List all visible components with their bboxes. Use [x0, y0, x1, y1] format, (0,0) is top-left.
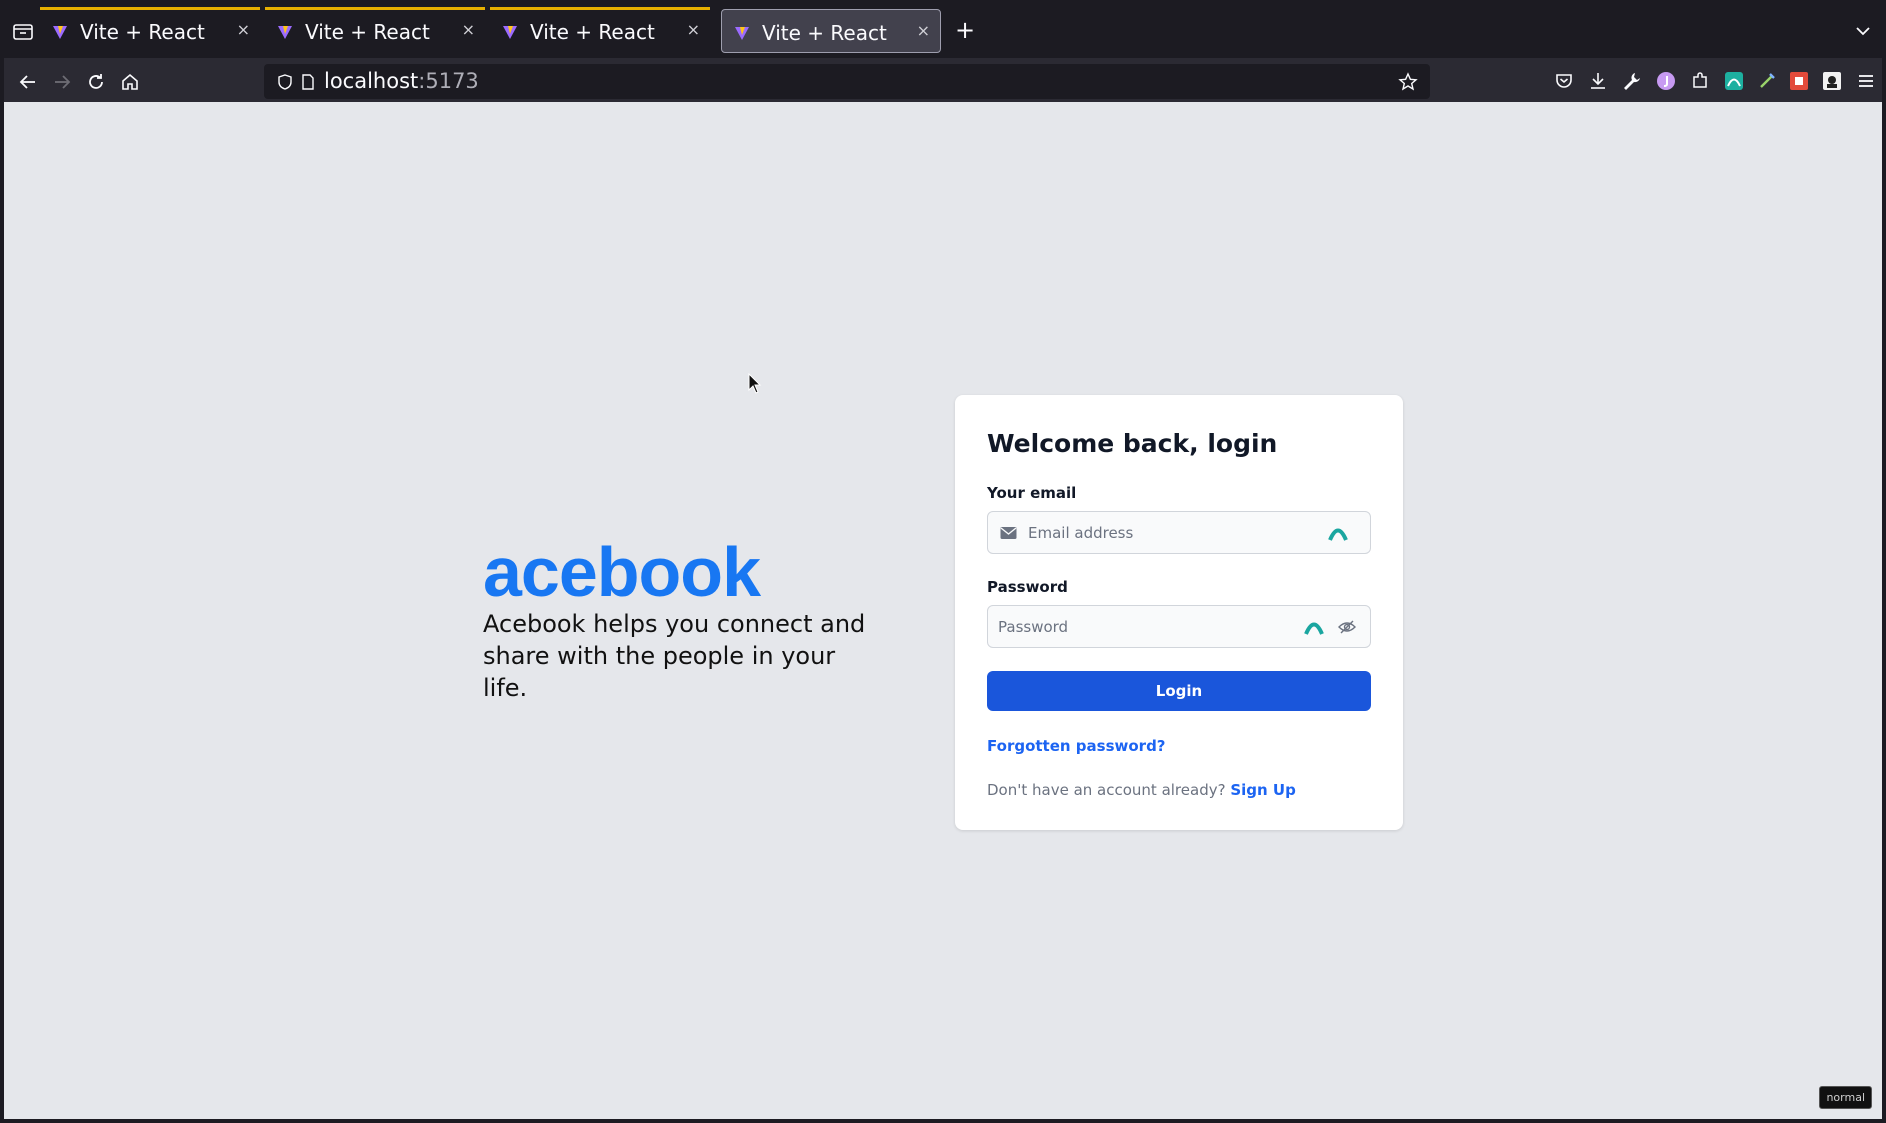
mode-indicator: normal — [1819, 1086, 1872, 1109]
bookmark-star-icon[interactable] — [1398, 72, 1418, 92]
tab-list-icon[interactable] — [12, 20, 34, 42]
chevron-down-icon[interactable] — [1854, 22, 1872, 40]
extensions-puzzle-icon[interactable] — [1689, 70, 1711, 92]
tab-4-active[interactable]: Vite + React × — [721, 9, 941, 53]
email-field-wrapper — [987, 511, 1371, 554]
tab-title: Vite + React — [305, 20, 430, 44]
vpn-extension-icon[interactable] — [1723, 70, 1745, 92]
brand-section: acebook Acebook helps you connect and sh… — [483, 536, 883, 704]
forward-arrow-icon[interactable] — [50, 70, 74, 94]
login-heading: Welcome back, login — [987, 429, 1278, 458]
close-icon[interactable]: × — [237, 19, 250, 41]
adblock-extension-icon[interactable] — [1788, 70, 1810, 92]
hamburger-menu-icon[interactable] — [1855, 70, 1877, 92]
email-input[interactable] — [1028, 512, 1328, 553]
brand-tagline: Acebook helps you connect and share with… — [483, 610, 866, 702]
profile-extension-icon[interactable] — [1655, 70, 1677, 92]
vite-icon — [53, 26, 67, 39]
url-text[interactable]: localhost:5173 — [324, 69, 479, 93]
password-input[interactable] — [998, 606, 1298, 647]
page-info-icon[interactable] — [300, 73, 316, 91]
download-icon[interactable] — [1587, 70, 1609, 92]
mouse-cursor-icon — [748, 373, 762, 394]
back-arrow-icon[interactable] — [16, 70, 40, 94]
close-icon[interactable]: × — [917, 20, 930, 42]
reload-icon[interactable] — [84, 70, 108, 94]
tab-title: Vite + React — [80, 20, 205, 44]
forgot-password-link[interactable]: Forgotten password? — [987, 737, 1166, 755]
envelope-icon — [1000, 527, 1017, 539]
signup-link[interactable]: Sign Up — [1230, 781, 1296, 799]
tab-1[interactable]: Vite + React × — [40, 7, 260, 54]
password-label: Password — [987, 578, 1068, 596]
close-icon[interactable]: × — [462, 19, 475, 41]
wrench-icon[interactable] — [1621, 70, 1643, 92]
tab-2[interactable]: Vite + React × — [265, 7, 485, 54]
vpn-autofill-icon[interactable] — [1304, 617, 1324, 637]
page-viewport: acebook Acebook helps you connect and sh… — [4, 102, 1882, 1119]
url-host: localhost — [324, 69, 419, 93]
close-icon[interactable]: × — [687, 19, 700, 41]
vite-icon — [503, 26, 517, 39]
shield-icon[interactable] — [276, 73, 294, 91]
home-icon[interactable] — [118, 70, 142, 94]
new-tab-button[interactable]: + — [953, 18, 977, 43]
browser-window: Vite + React × Vite + React × Vite + Rea… — [4, 4, 1882, 1119]
tab-loading-indicator — [40, 7, 260, 10]
tab-loading-indicator — [265, 7, 485, 10]
eye-slash-icon[interactable] — [1338, 619, 1356, 635]
pocket-icon[interactable] — [1553, 70, 1575, 92]
vite-icon — [278, 26, 292, 39]
email-label: Your email — [987, 484, 1077, 502]
tab-3[interactable]: Vite + React × — [490, 7, 710, 54]
brand-logo-text: acebook — [483, 533, 761, 611]
navigation-toolbar: localhost:5173 — [4, 58, 1882, 106]
vpn-autofill-icon[interactable] — [1328, 523, 1348, 543]
color-picker-icon[interactable] — [1756, 70, 1778, 92]
login-card: Welcome back, login Your email Password — [955, 395, 1403, 830]
signup-prompt: Don't have an account already? — [987, 781, 1226, 799]
signup-row: Don't have an account already? Sign Up — [987, 781, 1296, 799]
reader-extension-icon[interactable] — [1821, 70, 1843, 92]
tab-title: Vite + React — [762, 21, 887, 45]
url-port: :5173 — [418, 69, 479, 93]
tab-loading-indicator — [490, 7, 710, 10]
address-bar[interactable]: localhost:5173 — [264, 64, 1430, 99]
tab-title: Vite + React — [530, 20, 655, 44]
login-button[interactable]: Login — [987, 671, 1371, 711]
tab-strip: Vite + React × Vite + React × Vite + Rea… — [4, 4, 1882, 58]
password-field-wrapper — [987, 605, 1371, 648]
vite-icon — [735, 27, 749, 40]
